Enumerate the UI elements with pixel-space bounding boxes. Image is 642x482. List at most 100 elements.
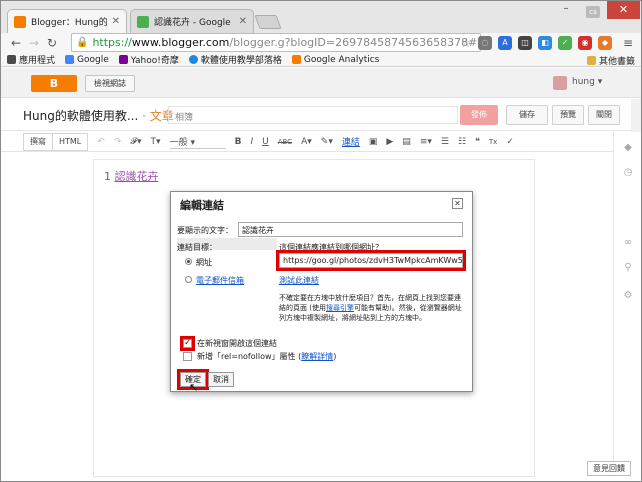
- target-question: 這個連結應連結到哪個網址？: [279, 243, 383, 252]
- link-icon[interactable]: ∞: [622, 237, 634, 249]
- bulleted-list-icon[interactable]: ☷: [458, 137, 466, 147]
- email-radio[interactable]: [185, 276, 192, 283]
- photos-favicon-icon: [137, 15, 149, 28]
- search-engine-link[interactable]: 搜尋引擎: [326, 304, 354, 312]
- video-icon[interactable]: ▶: [386, 137, 393, 147]
- window-close-icon[interactable]: ✕: [607, 1, 640, 19]
- new-window-checkbox[interactable]: ✓: [180, 336, 195, 351]
- bookmark-label: 其他書籤: [598, 57, 635, 67]
- url-input[interactable]: https://goo.gl/photos/zdvH3TwMpkcAmKWw5: [276, 250, 466, 271]
- linked-text[interactable]: 認識花卉: [115, 170, 159, 183]
- reload-icon[interactable]: ↻: [43, 36, 61, 50]
- publish-button[interactable]: 發佈: [460, 105, 498, 125]
- email-option-link[interactable]: 電子郵件信箱: [196, 275, 244, 286]
- feedback-button[interactable]: 意見回饋: [587, 461, 631, 476]
- minimize-icon[interactable]: –: [558, 3, 574, 14]
- close-tab-icon[interactable]: ✕: [112, 16, 120, 27]
- extension-icon[interactable]: ◌: [478, 36, 492, 50]
- clear-format-icon[interactable]: Tx: [489, 138, 497, 146]
- image-icon[interactable]: ▣: [369, 137, 378, 147]
- label-icon[interactable]: ◆: [622, 142, 634, 154]
- extension-icon[interactable]: ◉: [578, 36, 592, 50]
- blogger-logo[interactable]: B: [31, 75, 77, 92]
- editor-content: 1 認識花卉: [104, 168, 159, 184]
- preview-button[interactable]: 預覽: [552, 105, 584, 125]
- numbered-list-icon[interactable]: ☰: [441, 137, 449, 147]
- user-menu[interactable]: hung ▾: [572, 77, 602, 87]
- tab-title: Blogger：Hung的軟體使: [31, 18, 107, 28]
- google-icon: [65, 55, 75, 64]
- font-icon[interactable]: 𝓕▾: [130, 137, 141, 147]
- tab-photos[interactable]: 認識花卉 - Google 相簿 ✕: [130, 9, 254, 33]
- highlight-icon[interactable]: ✎▾: [321, 137, 333, 147]
- new-window-label: 在新視窗開啟這個連結: [197, 339, 277, 348]
- url-host: www.blogger.com: [131, 36, 230, 49]
- italic-icon[interactable]: I: [250, 137, 253, 147]
- jump-break-icon[interactable]: ▤: [402, 137, 411, 147]
- html-mode-button[interactable]: HTML: [52, 132, 89, 151]
- post-settings-sidebar: ◆ ◷ ∞ ⚲ ⚙: [613, 132, 641, 477]
- undo-icon[interactable]: ↶: [97, 137, 105, 147]
- view-blog-button[interactable]: 檢視網誌: [85, 75, 135, 92]
- text-color-icon[interactable]: A▾: [301, 137, 312, 147]
- post-title-input[interactable]: 相簿: [168, 106, 458, 124]
- profile-badge[interactable]: cs: [586, 6, 600, 18]
- avatar[interactable]: [553, 76, 567, 90]
- address-bar[interactable]: 🔒 https://www.blogger.com/blogger.g?blog…: [71, 33, 481, 52]
- url-radio[interactable]: [185, 258, 192, 265]
- gear-icon[interactable]: ⚙: [622, 290, 634, 302]
- extension-icon[interactable]: ◧: [538, 36, 552, 50]
- dialog-title: 編輯連結: [180, 199, 224, 212]
- back-icon[interactable]: ←: [7, 36, 25, 50]
- tab-blogger[interactable]: Blogger：Hung的軟體使 ✕: [7, 9, 127, 33]
- bookmark-label: 應用程式: [19, 56, 56, 66]
- display-text-input[interactable]: 認識花卉: [238, 222, 463, 237]
- bookmark-analytics[interactable]: Google Analytics: [291, 54, 380, 65]
- chevron-down-icon: ▾: [597, 77, 603, 87]
- bookmark-label: Google Analytics: [303, 54, 380, 65]
- new-tab-button[interactable]: [254, 15, 282, 29]
- save-button[interactable]: 儲存: [506, 105, 548, 125]
- other-bookmarks[interactable]: 其他書籤: [586, 54, 635, 67]
- nofollow-checkbox[interactable]: [183, 352, 192, 361]
- format-select[interactable]: 一般 ▾: [169, 135, 226, 149]
- spellcheck-icon[interactable]: ✓: [506, 137, 514, 147]
- compose-mode-button[interactable]: 撰寫: [23, 132, 53, 151]
- bookmark-yahoo[interactable]: Yahoo!奇摩: [118, 53, 179, 66]
- location-icon[interactable]: ⚲: [622, 262, 634, 274]
- underline-icon[interactable]: U: [262, 137, 269, 147]
- line-number: 1: [104, 170, 111, 183]
- test-link[interactable]: 測試此連結: [279, 275, 319, 286]
- extension-icon[interactable]: ◆: [598, 36, 612, 50]
- bookmark-star-icon[interactable]: ☆: [459, 36, 473, 50]
- redo-icon[interactable]: ↷: [114, 137, 122, 147]
- bookmark-label: 軟體使用教學部落格: [200, 56, 282, 66]
- bookmark-apps[interactable]: 應用程式: [7, 53, 55, 66]
- learn-more-link[interactable]: 瞭解詳情: [301, 352, 333, 361]
- dialog-close-icon[interactable]: ✕: [452, 198, 463, 209]
- tab-strip: Blogger：Hung的軟體使 ✕ 認識花卉 - Google 相簿 ✕ cs…: [1, 1, 641, 33]
- quote-icon[interactable]: ❝: [475, 137, 480, 147]
- post-title-row: Hung的軟體使用教... · 文章 相簿 發佈 儲存 預覽 關閉: [1, 99, 641, 131]
- font-glyph: 𝓕: [130, 136, 138, 147]
- extension-icon[interactable]: ◫: [518, 36, 532, 50]
- cancel-button[interactable]: 取消: [208, 372, 234, 387]
- strikethrough-icon[interactable]: ABC: [278, 138, 292, 146]
- forward-icon[interactable]: →: [25, 36, 43, 50]
- clock-icon[interactable]: ◷: [622, 167, 634, 179]
- close-button[interactable]: 關閉: [588, 105, 620, 125]
- bookmark-label: Yahoo!奇摩: [130, 56, 179, 66]
- close-tab-icon[interactable]: ✕: [239, 16, 247, 27]
- bookmark-google[interactable]: Google: [65, 55, 109, 65]
- url-scheme: https://: [92, 36, 132, 49]
- extension-icon[interactable]: ✓: [558, 36, 572, 50]
- menu-icon[interactable]: ≡: [621, 36, 635, 50]
- translate-icon[interactable]: A: [498, 36, 512, 50]
- bookmark-blog[interactable]: 軟體使用教學部落格: [188, 53, 282, 66]
- link-target-label: 連結目標：: [177, 243, 217, 252]
- align-icon[interactable]: ≡▾: [420, 137, 432, 147]
- bold-icon[interactable]: B: [235, 137, 242, 147]
- bookmark-label: Google: [77, 54, 109, 65]
- link-button[interactable]: 連結: [342, 135, 360, 148]
- font-size-icon[interactable]: T▾: [151, 137, 161, 147]
